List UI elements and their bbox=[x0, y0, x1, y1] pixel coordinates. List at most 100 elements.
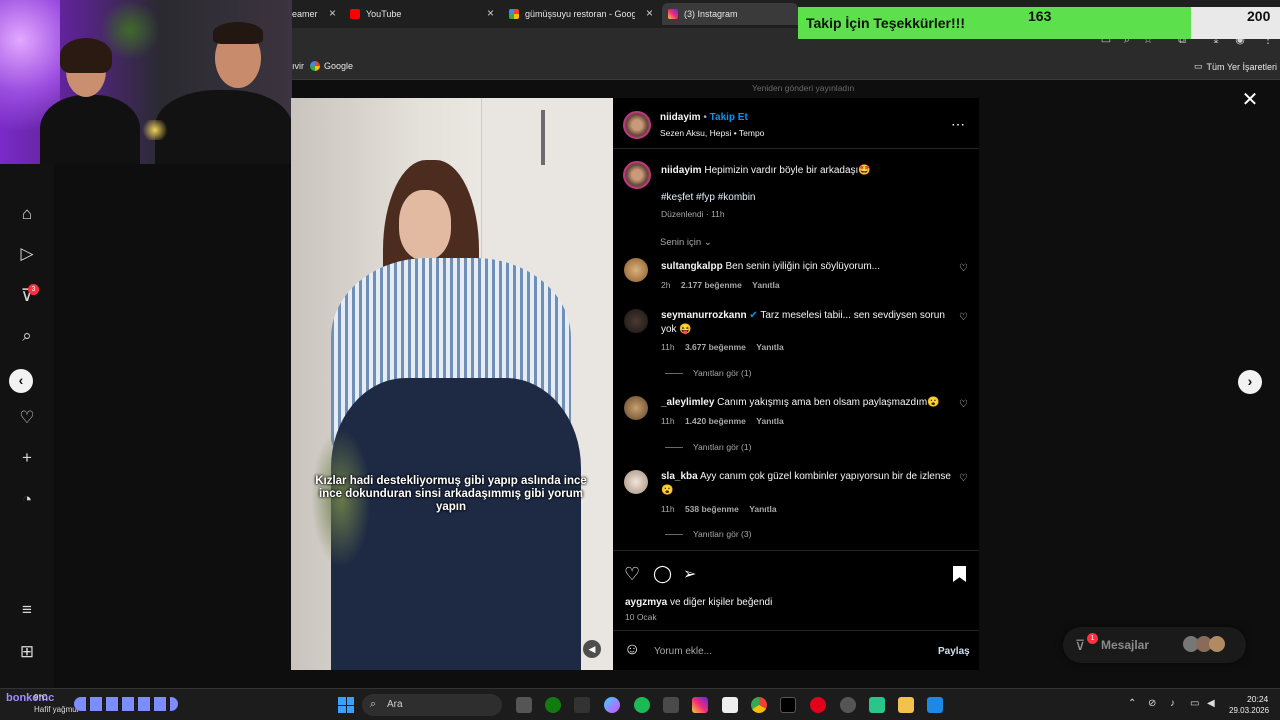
comment-username[interactable]: seymanurrozkann bbox=[661, 310, 747, 321]
comment-likes[interactable]: 3.677 beğenme bbox=[685, 342, 746, 352]
view-replies[interactable]: Yanıtları gör (1) bbox=[665, 442, 751, 452]
taskbar-search[interactable]: ⌕ Ara bbox=[362, 694, 502, 716]
messages-icon: ⊽ bbox=[1075, 637, 1086, 653]
liked-by-user[interactable]: aygzmya bbox=[625, 597, 667, 608]
comment-likes[interactable]: 538 beğenme bbox=[685, 504, 739, 514]
avatar[interactable] bbox=[624, 309, 648, 333]
heart-icon[interactable]: ♡ bbox=[959, 263, 968, 274]
comment-username[interactable]: sla_kba bbox=[661, 471, 698, 482]
clock-time[interactable]: 20:24 bbox=[1247, 694, 1268, 704]
close-icon[interactable]: ✕ bbox=[1240, 90, 1260, 110]
comment-likes[interactable]: 2.177 beğenme bbox=[681, 280, 742, 290]
comment-filter[interactable]: Senin için ⌄ bbox=[660, 237, 712, 248]
profile-icon[interactable]: ◔ bbox=[17, 490, 37, 510]
tab-youtube[interactable]: YouTube × bbox=[344, 3, 500, 25]
network-icon[interactable]: ⊘ bbox=[1148, 698, 1156, 709]
menu-icon[interactable]: ≡ bbox=[17, 600, 37, 620]
obs-icon[interactable] bbox=[840, 697, 856, 713]
follow-button[interactable]: Takip Et bbox=[710, 112, 748, 123]
view-replies[interactable]: Yanıtları gör (1) bbox=[665, 368, 751, 378]
heart-icon[interactable]: ♡ bbox=[959, 312, 968, 323]
post-video[interactable]: Kızlar hadi destekliyormuş gibi yapıp as… bbox=[291, 98, 613, 670]
share-icon[interactable]: ➢ bbox=[683, 564, 696, 584]
hashtags[interactable]: #keşfet #fyp #kombin bbox=[661, 192, 756, 203]
reply-button[interactable]: Yanıtla bbox=[756, 342, 783, 352]
emoji-icon[interactable]: ☺ bbox=[624, 641, 640, 659]
close-tab-icon[interactable]: × bbox=[329, 6, 336, 20]
tab-label: (3) Instagram bbox=[684, 9, 738, 19]
reply-button[interactable]: Yanıtla bbox=[752, 280, 779, 290]
heart-icon[interactable]: ♡ bbox=[959, 473, 968, 484]
volume-icon[interactable]: ◀ bbox=[1207, 698, 1215, 709]
folder-icon[interactable] bbox=[898, 697, 914, 713]
search-icon: ⌕ bbox=[370, 698, 377, 710]
avatar[interactable] bbox=[624, 258, 648, 282]
bookmark-icon[interactable] bbox=[953, 566, 966, 582]
tab-instagram[interactable]: (3) Instagram bbox=[662, 3, 798, 25]
comment-username[interactable]: sultangkalpp bbox=[661, 261, 723, 272]
comment-icon[interactable]: ◯ bbox=[653, 564, 672, 584]
reels-icon[interactable]: ▷ bbox=[17, 244, 37, 264]
close-tab-icon[interactable]: × bbox=[646, 6, 653, 20]
spotify-icon[interactable] bbox=[634, 697, 650, 713]
chevron-up-icon[interactable]: ⌃ bbox=[1128, 698, 1136, 709]
comment-likes[interactable]: 1.420 beğenme bbox=[685, 416, 746, 426]
photos-icon[interactable] bbox=[927, 697, 943, 713]
clock-date[interactable]: 29.03.2026 bbox=[1229, 706, 1269, 715]
caption-username[interactable]: niidayim bbox=[661, 165, 702, 176]
divider bbox=[613, 148, 979, 149]
avatar[interactable] bbox=[624, 470, 648, 494]
tab-label: gümüşsuyu restoran - Google'd bbox=[525, 9, 635, 19]
mic-icon[interactable]: ♪ bbox=[1170, 698, 1175, 709]
avatar[interactable] bbox=[624, 396, 648, 420]
next-arrow-icon[interactable]: › bbox=[1238, 370, 1262, 394]
reply-button[interactable]: Yanıtla bbox=[756, 416, 783, 426]
copilot-icon[interactable] bbox=[604, 697, 620, 713]
store-icon[interactable] bbox=[663, 697, 679, 713]
avatar[interactable] bbox=[623, 161, 651, 189]
post-comment-button[interactable]: Paylaş bbox=[938, 646, 970, 657]
windows-start-icon[interactable] bbox=[338, 697, 354, 713]
tiktok-icon[interactable] bbox=[780, 697, 796, 713]
close-tab-icon[interactable]: × bbox=[487, 6, 494, 20]
bookmark-item[interactable]: ıvir bbox=[292, 61, 304, 71]
follow-goal-target: 200 bbox=[1247, 8, 1271, 24]
comment-username[interactable]: _aleylimley bbox=[661, 397, 714, 408]
tab-twitch[interactable]: eamer × bbox=[286, 3, 342, 25]
home-icon[interactable]: ⌂ bbox=[17, 204, 37, 224]
opera-icon[interactable] bbox=[810, 697, 826, 713]
mute-icon[interactable]: ◀ bbox=[583, 640, 601, 658]
weather-temp[interactable]: 9°C bbox=[34, 693, 47, 702]
prev-arrow-icon[interactable]: ‹ bbox=[9, 369, 33, 393]
heart-icon[interactable]: ♡ bbox=[959, 399, 968, 410]
liked-by-text[interactable]: ve diğer kişiler beğendi bbox=[667, 597, 772, 608]
task-view-icon[interactable] bbox=[516, 697, 532, 713]
all-bookmarks[interactable]: ▭ Tüm Yer İşaretleri bbox=[1194, 61, 1277, 72]
instagram-icon[interactable] bbox=[692, 697, 708, 713]
like-heart-icon[interactable]: ♡ bbox=[624, 564, 640, 585]
heart-icon[interactable]: ♡ bbox=[17, 408, 37, 428]
audio-label[interactable]: Sezen Aksu, Hepsi • Tempo bbox=[660, 128, 764, 138]
capcut-icon[interactable] bbox=[722, 697, 738, 713]
search-icon[interactable]: ⌕ bbox=[17, 326, 37, 346]
reply-button[interactable]: Yanıtla bbox=[749, 504, 776, 514]
more-icon[interactable]: ⋯ bbox=[951, 116, 965, 133]
tab-google[interactable]: gümüşsuyu restoran - Google'd × bbox=[503, 3, 659, 25]
messages-pill[interactable]: ⊽ 1 Mesajlar bbox=[1063, 627, 1246, 663]
bookmark-label: Google bbox=[324, 61, 354, 71]
apps-icon[interactable]: ⊞ bbox=[17, 642, 37, 662]
create-icon[interactable]: + bbox=[17, 448, 37, 468]
xbox-icon[interactable] bbox=[545, 697, 561, 713]
comment-time: 2h bbox=[661, 280, 671, 290]
chrome-icon[interactable] bbox=[751, 697, 767, 713]
caption-meta: Düzenlendi · 11h bbox=[661, 209, 725, 219]
avatar[interactable] bbox=[623, 111, 651, 139]
bookmark-google[interactable]: Google bbox=[310, 61, 353, 71]
app-icon[interactable] bbox=[869, 697, 885, 713]
post-username[interactable]: niidayim bbox=[660, 112, 701, 123]
msi-icon[interactable] bbox=[574, 697, 590, 713]
view-replies[interactable]: Yanıtları gör (3) bbox=[665, 529, 751, 539]
comment-input[interactable]: Yorum ekle... bbox=[654, 646, 712, 657]
weather-text[interactable]: Hafif yağmur bbox=[34, 705, 79, 714]
display-icon[interactable]: ▭ bbox=[1190, 698, 1199, 709]
